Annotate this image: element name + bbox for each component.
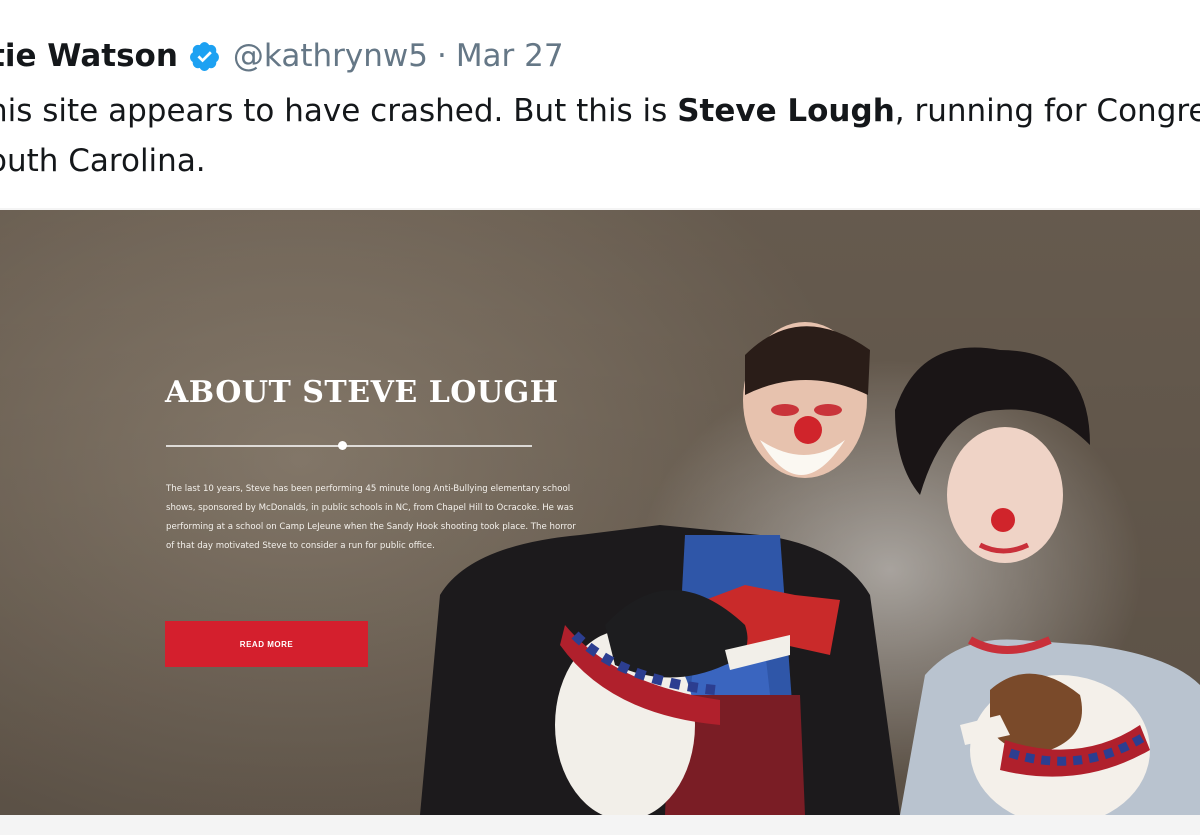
author-name[interactable]: tie Watson — [0, 36, 178, 76]
tweet-text-post: , running for Congre — [894, 93, 1200, 129]
tweet-author-row: tie Watson @kathrynw5 · Mar 27 — [0, 36, 564, 76]
divider-dot — [338, 441, 347, 450]
tweet-date[interactable]: Mar 27 — [456, 36, 564, 76]
tweet-media-image[interactable]: ABOUT STEVE LOUGH The last 10 years, Ste… — [0, 210, 1200, 815]
tweet-text-pre: his site appears to have crashed. But th… — [0, 93, 678, 129]
bio-text: The last 10 years, Steve has been perfor… — [166, 484, 576, 551]
read-more-button[interactable]: READ MORE — [165, 621, 368, 667]
separator-dot: · — [436, 38, 447, 74]
verified-badge-icon — [189, 41, 219, 71]
author-handle[interactable]: @kathrynw5 — [233, 36, 428, 76]
tweet-text-line-1: his site appears to have crashed. But th… — [0, 86, 1200, 136]
tweet-header: tie Watson @kathrynw5 · Mar 27 his site … — [0, 0, 1200, 208]
hero-title: ABOUT STEVE LOUGH — [165, 375, 559, 410]
tweet-text: his site appears to have crashed. But th… — [0, 86, 1200, 186]
tweet-text-bold-name: Steve Lough — [677, 93, 895, 129]
hero-divider — [166, 445, 532, 447]
tweet-text-line-2: outh Carolina. — [0, 143, 206, 179]
